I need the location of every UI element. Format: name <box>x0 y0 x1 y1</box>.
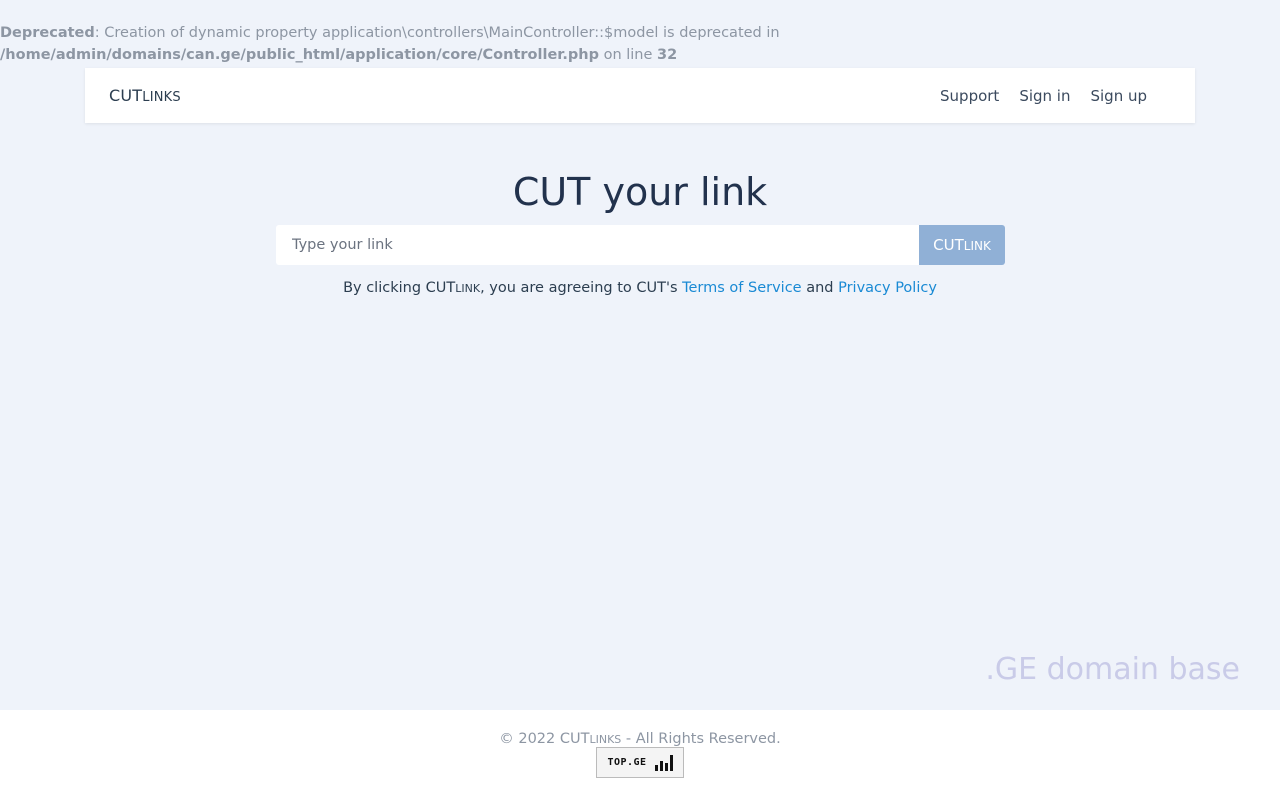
notice-line: 32 <box>657 47 678 63</box>
brand-main: CUT <box>109 86 143 105</box>
nav-links: Support Sign in Sign up <box>940 87 1147 105</box>
page-title: CUT your link <box>512 170 768 214</box>
notice-message: : Creation of dynamic property applicati… <box>94 25 780 41</box>
copyright-prefix: © 2022 CUT <box>499 731 590 747</box>
cut-button-main: CUT <box>933 236 964 254</box>
copyright-suffix: - All Rights Reserved. <box>621 731 781 747</box>
top-ge-counter-badge[interactable]: TOP.GE <box>596 747 684 778</box>
nav-sign-in-link[interactable]: Sign in <box>1019 87 1070 105</box>
copyright-small: LINKS <box>589 733 622 746</box>
cut-link-button[interactable]: CUTLINK <box>919 225 1005 265</box>
terms-middle: , you are agreeing to CUT's <box>480 280 683 296</box>
php-deprecation-notice: Deprecated: Creation of dynamic property… <box>0 22 1280 66</box>
terms-small: LINK <box>455 282 481 295</box>
notice-on-line: on line <box>598 47 658 63</box>
cut-button-small: LINK <box>963 239 991 253</box>
footer: © 2022 CUTLINKS - All Rights Reserved. T… <box>0 710 1280 800</box>
navbar: CUTLINKS Support Sign in Sign up <box>85 68 1195 123</box>
privacy-policy-link[interactable]: Privacy Policy <box>838 280 937 296</box>
link-input[interactable] <box>276 225 919 265</box>
terms-of-service-link[interactable]: Terms of Service <box>682 280 801 296</box>
copyright-text: © 2022 CUTLINKS - All Rights Reserved. <box>0 731 1280 747</box>
nav-sign-up-link[interactable]: Sign up <box>1090 87 1147 105</box>
terms-and: and <box>801 280 839 296</box>
notice-file: /home/admin/domains/can.ge/public_html/a… <box>0 47 599 63</box>
bar-chart-icon <box>654 754 673 771</box>
brand-logo[interactable]: CUTLINKS <box>109 86 181 105</box>
cut-link-form: CUTLINK <box>276 225 1005 265</box>
notice-label: Deprecated <box>0 25 95 41</box>
terms-notice: By clicking CUTLINK, you are agreeing to… <box>0 280 1280 296</box>
domain-base-watermark: .GE domain base <box>985 652 1240 687</box>
top-ge-label: TOP.GE <box>607 757 647 768</box>
terms-prefix: By clicking CUT <box>343 280 456 296</box>
brand-small: LINKS <box>142 90 181 105</box>
nav-support-link[interactable]: Support <box>940 87 999 105</box>
